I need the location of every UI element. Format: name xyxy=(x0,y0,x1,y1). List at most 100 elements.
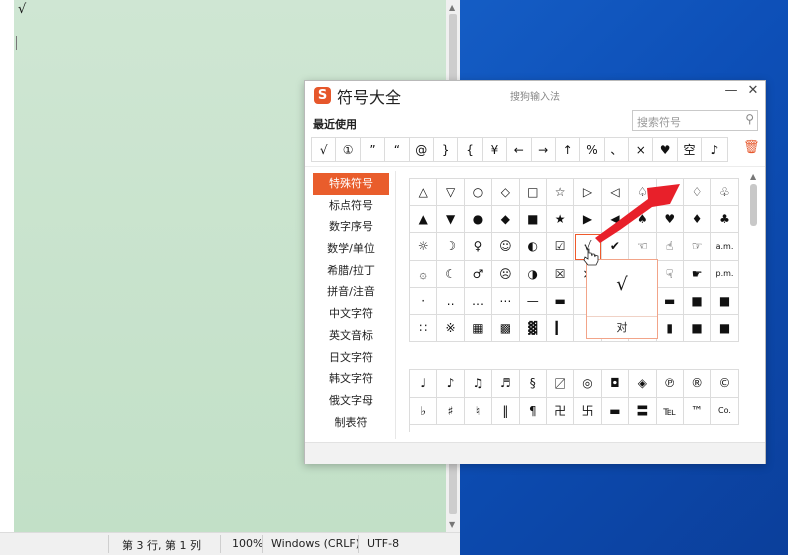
symbol-cell[interactable]: ▷ xyxy=(574,179,602,207)
symbol-cell[interactable]: ☑ xyxy=(546,233,575,261)
category-korean[interactable]: 韩文字符 xyxy=(313,368,389,390)
recent-symbol[interactable]: 、 xyxy=(605,138,630,161)
symbol-cell[interactable]: … xyxy=(464,287,493,315)
recent-symbol[interactable]: × xyxy=(629,138,654,161)
symbol-cell[interactable]: ☾ xyxy=(437,260,465,288)
symbol-cell[interactable]: ▶ xyxy=(574,206,602,234)
category-japanese[interactable]: 日文字符 xyxy=(313,347,389,369)
symbol-cell[interactable]: □ xyxy=(519,179,547,207)
symbol-cell[interactable]: ☆ xyxy=(546,179,575,207)
category-russian[interactable]: 俄文字母 xyxy=(313,390,389,412)
recent-symbol[interactable]: { xyxy=(458,138,483,161)
recent-symbol[interactable]: → xyxy=(532,138,556,161)
symbol-cell[interactable]: ▓ xyxy=(519,314,547,343)
recent-symbol[interactable]: ← xyxy=(507,138,532,161)
symbol-cell[interactable]: ★ xyxy=(546,206,575,234)
symbol-cell[interactable]: ® xyxy=(683,370,712,398)
symbol-cell[interactable]: ▦ xyxy=(464,314,493,343)
symbol-cell[interactable]: ▎ xyxy=(546,314,575,343)
symbol-cell[interactable]: ◈ xyxy=(629,370,657,398)
symbol-cell[interactable]: — xyxy=(519,287,547,315)
recent-symbol[interactable]: ” xyxy=(361,138,386,161)
category-special-symbols[interactable]: 特殊符号 xyxy=(313,173,389,195)
close-button[interactable]: ✕ xyxy=(745,83,761,98)
symbol-cell[interactable]: Co. xyxy=(711,397,739,426)
minimize-button[interactable]: — xyxy=(723,83,739,98)
recent-symbol[interactable]: % xyxy=(580,138,605,161)
scroll-down-icon[interactable]: ▼ xyxy=(449,520,455,529)
symbol-cell[interactable]: ■ xyxy=(711,314,739,343)
symbol-cell[interactable]: ♣ xyxy=(711,206,739,234)
symbol-cell[interactable]: ۞ xyxy=(410,260,438,288)
symbol-cell[interactable]: ♠ xyxy=(629,206,657,234)
symbol-cell[interactable]: ※ xyxy=(437,314,465,343)
symbol-cell[interactable]: ♂ xyxy=(464,260,493,288)
symbol-cell[interactable]: 〼 xyxy=(546,370,575,398)
category-greek-latin[interactable]: 希腊/拉丁 xyxy=(313,260,389,282)
symbol-cell[interactable]: ☹ xyxy=(492,260,520,288)
symbol-cell[interactable]: ☜ xyxy=(629,233,657,261)
symbol-cell[interactable]: § xyxy=(519,370,547,398)
symbol-cell[interactable]: ♢ xyxy=(683,179,712,207)
symbol-cell[interactable]: ▲ xyxy=(410,206,438,234)
recent-symbol[interactable]: ♥ xyxy=(653,138,678,161)
symbol-cell[interactable]: p.m. xyxy=(711,260,739,288)
search-input[interactable] xyxy=(633,113,733,132)
scroll-up-icon[interactable]: ▲ xyxy=(750,172,756,181)
recent-symbol[interactable]: ① xyxy=(336,138,361,161)
symbol-cell[interactable]: ☽ xyxy=(437,233,465,261)
symbol-cell[interactable]: ‖ xyxy=(492,397,520,426)
symbol-cell[interactable]: © xyxy=(711,370,739,398)
symbol-cell[interactable]: ▬ xyxy=(601,397,630,426)
category-math-units[interactable]: 数学/单位 xyxy=(313,238,389,260)
category-phonetics[interactable]: 英文音标 xyxy=(313,325,389,347)
symbol-cell[interactable]: a.m. xyxy=(711,233,739,261)
symbol-cell[interactable]: ■ xyxy=(683,287,712,315)
symbol-cell[interactable]: ▼ xyxy=(437,206,465,234)
recent-symbol[interactable]: ↑ xyxy=(556,138,581,161)
symbol-cell[interactable]: ● xyxy=(464,206,493,234)
symbol-cell[interactable]: ✔ xyxy=(601,233,630,261)
symbol-scrollbar[interactable]: ▲ xyxy=(749,172,759,432)
symbol-cell[interactable]: 卍 xyxy=(546,397,575,426)
symbol-cell[interactable]: ☺ xyxy=(492,233,520,261)
symbol-cell[interactable]: ☝ xyxy=(656,233,684,261)
symbol-cell[interactable]: ♥ xyxy=(656,206,684,234)
category-pinyin[interactable]: 拼音/注音 xyxy=(313,281,389,303)
symbol-cell[interactable]: ☟ xyxy=(656,260,684,288)
symbol-cell[interactable]: ☼ xyxy=(410,233,438,261)
symbol-cell[interactable]: ▬ xyxy=(546,287,575,315)
symbol-cell[interactable]: ◆ xyxy=(492,206,520,234)
category-punctuation[interactable]: 标点符号 xyxy=(313,195,389,217)
symbol-cell[interactable]: △ xyxy=(410,179,438,207)
scroll-up-icon[interactable]: ▲ xyxy=(449,3,455,12)
category-chinese-chars[interactable]: 中文字符 xyxy=(313,303,389,325)
symbol-cell[interactable]: ■ xyxy=(683,314,712,343)
symbol-cell[interactable]: · xyxy=(410,287,438,315)
symbol-cell[interactable]: ▬ xyxy=(656,287,684,315)
symbol-cell[interactable]: ♬ xyxy=(492,370,520,398)
symbol-cell[interactable]: ▽ xyxy=(437,179,465,207)
symbol-cell[interactable]: ♫ xyxy=(464,370,493,398)
symbol-cell[interactable]: ■ xyxy=(519,206,547,234)
recent-symbol[interactable]: @ xyxy=(410,138,434,161)
symbol-cell[interactable]: ◁ xyxy=(601,179,630,207)
symbol-cell[interactable]: ♤ xyxy=(629,179,657,207)
symbol-cell[interactable]: ⋯ xyxy=(492,287,520,315)
symbol-cell[interactable]: ♪ xyxy=(437,370,465,398)
category-numbering[interactable]: 数字序号 xyxy=(313,216,389,238)
symbol-cell[interactable]: ♭ xyxy=(410,397,438,426)
recent-symbol[interactable]: } xyxy=(434,138,459,161)
symbol-cell[interactable]: ♦ xyxy=(683,206,712,234)
symbol-cell[interactable]: ◘ xyxy=(601,370,630,398)
symbol-cell[interactable]: ▮ xyxy=(656,314,684,343)
search-box[interactable]: ⚲ xyxy=(632,110,758,132)
symbol-cell[interactable]: 卐 xyxy=(574,397,602,426)
symbol-cell[interactable]: ♮ xyxy=(464,397,493,426)
symbol-cell[interactable]: ∷ xyxy=(410,314,438,343)
symbol-cell[interactable]: ♡ xyxy=(656,179,684,207)
symbol-cell[interactable]: ♀ xyxy=(464,233,493,261)
search-icon[interactable]: ⚲ xyxy=(745,112,754,126)
symbol-cell[interactable]: ‥ xyxy=(437,287,465,315)
recent-symbol[interactable]: √ xyxy=(312,138,337,161)
